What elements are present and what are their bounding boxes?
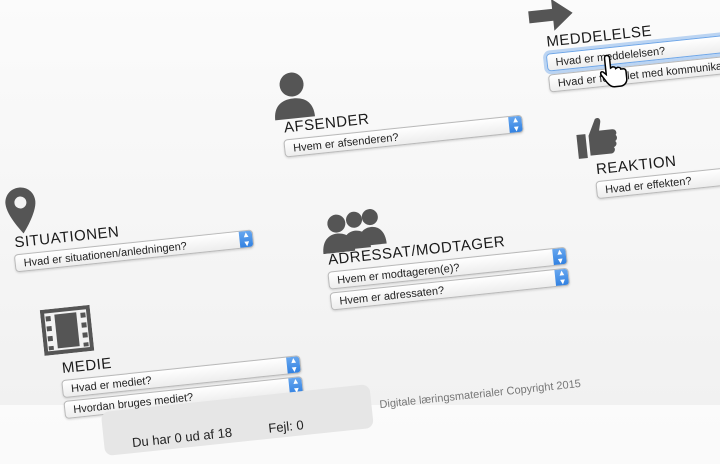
thumbs-up-icon	[576, 118, 617, 159]
select-stepper[interactable]: ▲ ▼	[508, 114, 524, 134]
select-stepper[interactable]: ▲ ▼	[285, 355, 302, 375]
copyright-text: Digitale læringsmaterialer Copyright 201…	[378, 377, 582, 412]
diagram-stage: MEDDELELSE Hvad er meddelelsen? ▲▼ Hvad …	[0, 0, 720, 457]
select-value: Hvem er afsenderen?	[292, 131, 400, 155]
select-stepper[interactable]: ▲ ▼	[554, 267, 571, 287]
select-value: Hvad er effekten?	[604, 175, 693, 197]
map-pin-icon	[5, 187, 36, 234]
select-stepper[interactable]: ▲ ▼	[238, 229, 255, 249]
person-icon	[275, 72, 315, 121]
select-value: Hvem er adressaten?	[338, 284, 445, 308]
film-icon	[39, 304, 95, 356]
select-stepper[interactable]: ▲ ▼	[552, 246, 568, 267]
section-situationen: SITUATIONEN Hvad er situationen/anlednin…	[12, 210, 255, 276]
hand-cursor-icon	[599, 54, 628, 88]
section-afsender: AFSENDER Hvem er afsenderen? ▲ ▼	[281, 95, 524, 161]
